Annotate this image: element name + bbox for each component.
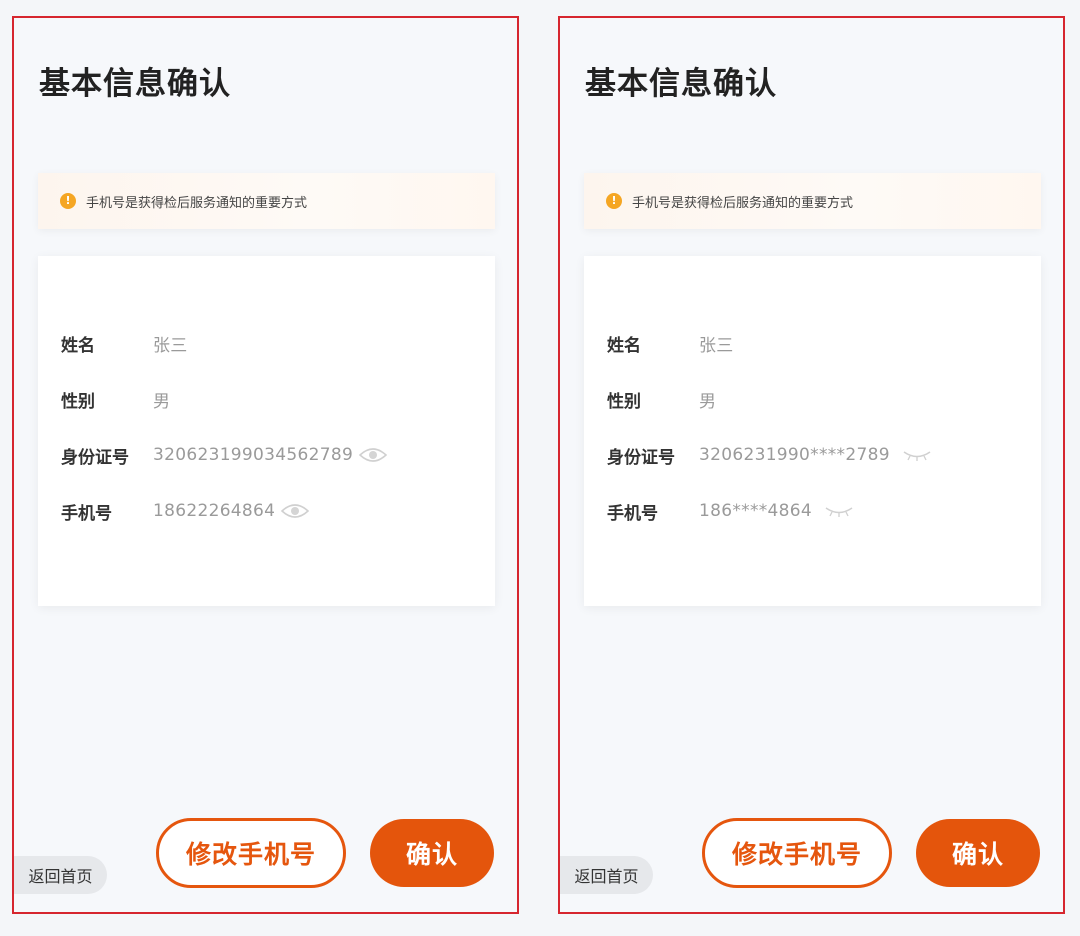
- field-value: 18622264864: [153, 501, 276, 521]
- screen-frame-visible: 基本信息确认 ! 手机号是获得检后服务通知的重要方式 姓名 张三 性别 男 身份…: [12, 16, 519, 914]
- field-label: 姓名: [61, 335, 95, 356]
- field-row-phone: 手机号 186****4864: [607, 496, 854, 526]
- info-card: 姓名 张三 性别 男 身份证号 320623199034562789 手机号 1…: [38, 256, 495, 606]
- notice-text: 手机号是获得检后服务通知的重要方式: [632, 195, 854, 211]
- field-label: 性别: [61, 391, 95, 412]
- field-value: 3206231990****2789: [699, 445, 890, 465]
- field-value: 186****4864: [699, 501, 813, 521]
- field-value: 男: [699, 391, 717, 412]
- field-value: 320623199034562789: [153, 445, 354, 465]
- edit-phone-button[interactable]: 修改手机号: [702, 818, 892, 888]
- page-title: 基本信息确认: [39, 66, 231, 102]
- screen-frame-masked: 基本信息确认 ! 手机号是获得检后服务通知的重要方式 姓名 张三 性别 男 身份…: [558, 16, 1065, 914]
- field-label: 性别: [607, 391, 641, 412]
- field-label: 手机号: [61, 503, 112, 524]
- field-row-name: 姓名 张三: [607, 328, 734, 358]
- notice-text: 手机号是获得检后服务通知的重要方式: [86, 195, 308, 211]
- back-home-button[interactable]: 返回首页: [560, 856, 653, 894]
- field-value: 男: [153, 391, 171, 412]
- confirm-button[interactable]: 确认: [370, 819, 494, 887]
- confirm-button[interactable]: 确认: [916, 819, 1040, 887]
- page-title: 基本信息确认: [585, 66, 777, 102]
- eye-open-icon[interactable]: [359, 446, 388, 464]
- edit-phone-button[interactable]: 修改手机号: [156, 818, 346, 888]
- eye-closed-icon[interactable]: [902, 448, 932, 462]
- field-label: 身份证号: [61, 447, 129, 468]
- field-row-name: 姓名 张三: [61, 328, 188, 358]
- notice-banner: ! 手机号是获得检后服务通知的重要方式: [38, 173, 495, 229]
- field-label: 手机号: [607, 503, 658, 524]
- field-row-phone: 手机号 18622264864: [61, 496, 310, 526]
- eye-open-icon[interactable]: [281, 502, 310, 520]
- field-row-id-number: 身份证号 3206231990****2789: [607, 440, 932, 470]
- field-row-gender: 性别 男: [607, 384, 716, 414]
- field-label: 姓名: [607, 335, 641, 356]
- warning-icon: !: [606, 193, 622, 209]
- field-value: 张三: [699, 335, 734, 356]
- info-card: 姓名 张三 性别 男 身份证号 3206231990****2789 手机号 1…: [584, 256, 1041, 606]
- field-row-id-number: 身份证号 320623199034562789: [61, 440, 388, 470]
- warning-icon: !: [60, 193, 76, 209]
- back-home-button[interactable]: 返回首页: [14, 856, 107, 894]
- eye-closed-icon[interactable]: [824, 504, 854, 518]
- field-value: 张三: [153, 335, 188, 356]
- field-label: 身份证号: [607, 447, 675, 468]
- notice-banner: ! 手机号是获得检后服务通知的重要方式: [584, 173, 1041, 229]
- field-row-gender: 性别 男: [61, 384, 170, 414]
